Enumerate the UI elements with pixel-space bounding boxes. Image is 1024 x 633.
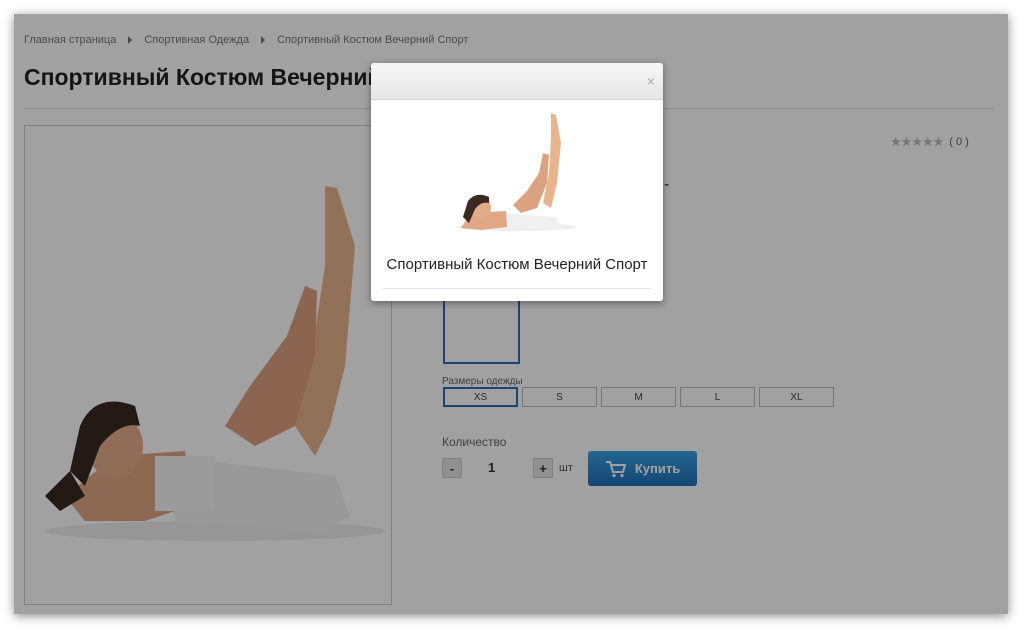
modal-divider [383,288,651,289]
modal-product-photo [456,113,576,231]
modal-header: × [371,63,663,100]
modal-caption: Спортивный Костюм Вечерний Спорт [386,256,648,273]
close-icon[interactable]: × [647,73,655,89]
browser-frame: Главная страница Спортивная Одежда Спорт… [14,14,1008,614]
image-preview-modal: × Спортивный Костюм Вечерний Спорт [371,63,663,301]
